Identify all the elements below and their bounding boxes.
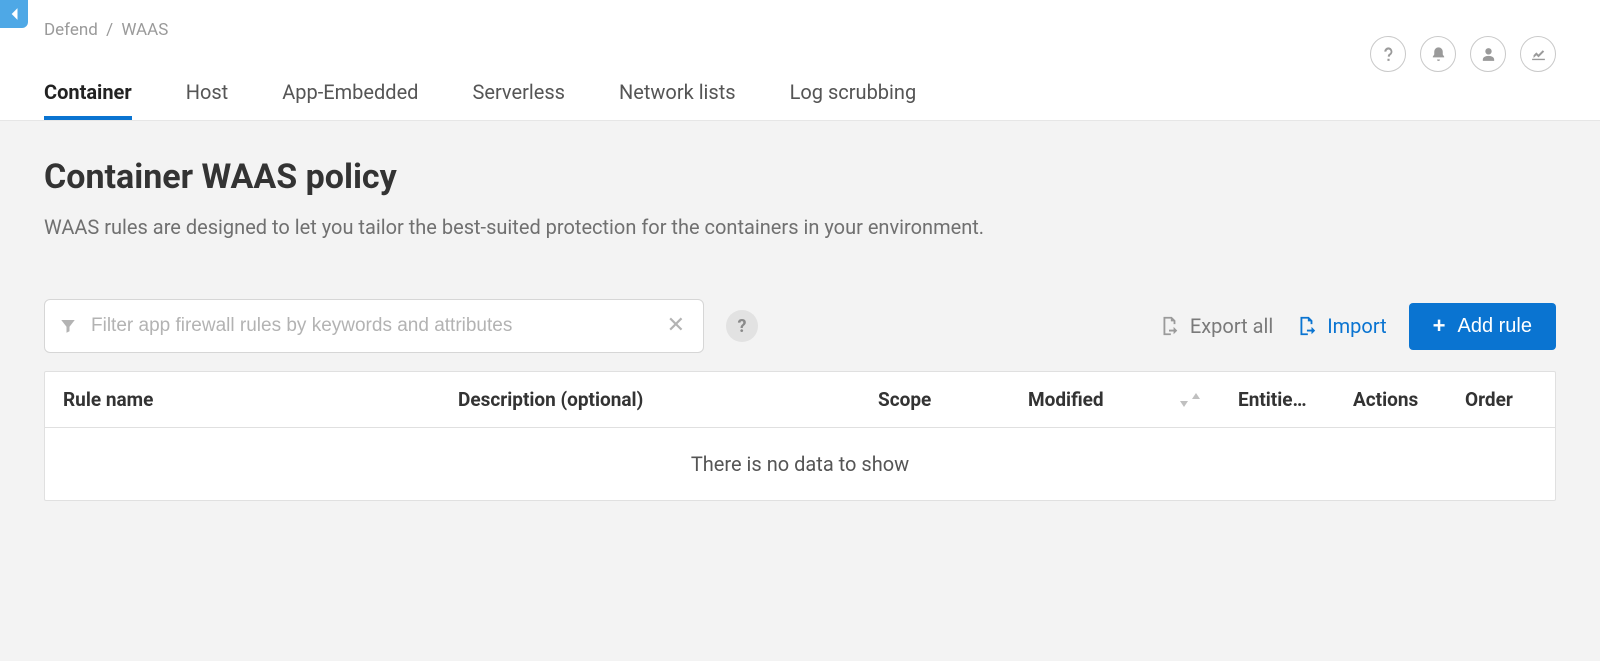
tab-log-scrubbing[interactable]: Log scrubbing <box>790 68 917 120</box>
rules-table: Rule name Description (optional) Scope M… <box>44 371 1556 501</box>
breadcrumb: Defend / WAAS <box>44 0 1556 40</box>
tab-serverless[interactable]: Serverless <box>472 68 565 120</box>
col-actions[interactable]: Actions <box>1335 372 1447 427</box>
export-all-label: Export all <box>1190 314 1273 338</box>
col-description[interactable]: Description (optional) <box>440 372 860 427</box>
add-rule-label: Add rule <box>1458 315 1533 338</box>
tab-container[interactable]: Container <box>44 68 132 120</box>
user-icon <box>1480 46 1497 63</box>
filter-clear-button[interactable]: ✕ <box>663 315 689 337</box>
chevron-left-icon <box>9 7 19 21</box>
breadcrumb-sep: / <box>106 20 113 40</box>
col-modified-label: Modified <box>1028 388 1104 411</box>
table-header-row: Rule name Description (optional) Scope M… <box>45 372 1555 428</box>
notifications-button[interactable] <box>1420 36 1456 72</box>
page-title: Container WAAS policy <box>44 157 1556 197</box>
plus-icon: + <box>1433 315 1446 337</box>
breadcrumb-root[interactable]: Defend <box>44 20 98 40</box>
page-description: WAAS rules are designed to let you tailo… <box>44 215 1556 239</box>
tab-app-embedded[interactable]: App-Embedded <box>282 68 418 120</box>
col-rule-name[interactable]: Rule name <box>45 372 440 427</box>
filter-help-button[interactable]: ? <box>726 310 758 342</box>
export-icon <box>1158 315 1180 337</box>
col-modified[interactable]: Modified <box>1010 372 1220 427</box>
page-content: Container WAAS policy WAAS rules are des… <box>0 121 1600 661</box>
page-header: Defend / WAAS Container Host App-Embedde… <box>0 0 1600 121</box>
add-rule-button[interactable]: + Add rule <box>1409 303 1556 350</box>
bell-icon <box>1430 46 1447 63</box>
breadcrumb-current: WAAS <box>121 20 168 40</box>
header-actions <box>1370 36 1556 72</box>
table-empty-message: There is no data to show <box>45 428 1555 500</box>
filter-input[interactable] <box>91 315 663 337</box>
filter-box[interactable]: ✕ <box>44 299 704 353</box>
toolbar: ✕ ? Export all Import + Add rule <box>44 299 1556 353</box>
help-button[interactable] <box>1370 36 1406 72</box>
import-button[interactable]: Import <box>1295 314 1386 338</box>
import-icon <box>1295 315 1317 337</box>
sort-icon <box>1178 393 1202 407</box>
user-button[interactable] <box>1470 36 1506 72</box>
filter-icon <box>59 317 77 335</box>
tab-host[interactable]: Host <box>186 68 229 120</box>
collapse-sidebar-tab[interactable] <box>0 0 28 28</box>
import-label: Import <box>1327 314 1386 338</box>
question-icon <box>1380 46 1397 63</box>
chart-icon <box>1530 46 1547 63</box>
col-scope[interactable]: Scope <box>860 372 1010 427</box>
export-all-button[interactable]: Export all <box>1158 314 1273 338</box>
analytics-button[interactable] <box>1520 36 1556 72</box>
col-order[interactable]: Order <box>1447 372 1555 427</box>
tab-network-lists[interactable]: Network lists <box>619 68 736 120</box>
col-entities[interactable]: Entitie… <box>1220 372 1335 427</box>
tab-bar: Container Host App-Embedded Serverless N… <box>44 68 1556 120</box>
